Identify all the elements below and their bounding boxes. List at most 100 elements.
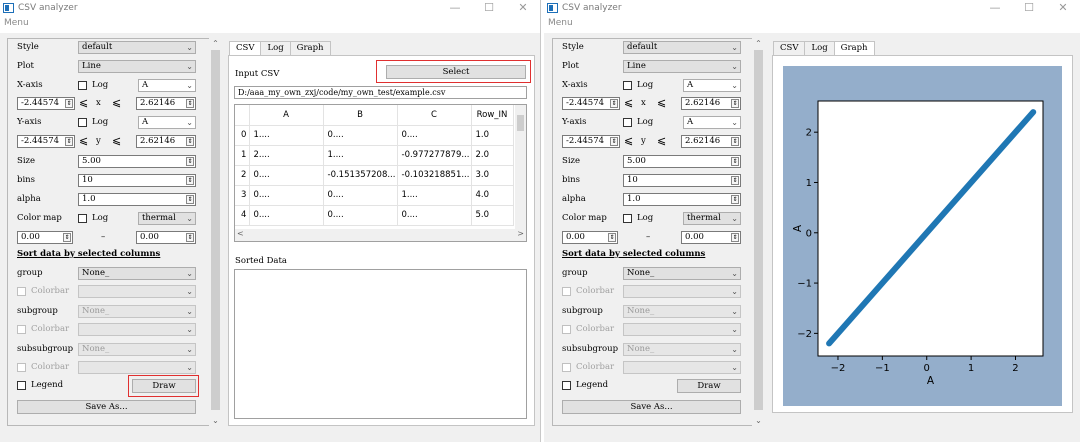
x-min-field[interactable]: -2.44574 ⇕: [17, 97, 75, 110]
x-max-field[interactable]: 2.62146 ⇕: [681, 97, 741, 110]
subsubgroup-combo[interactable]: None_ ⌄: [78, 343, 196, 356]
settings-scrollbar[interactable]: ⌃ ⌄: [752, 38, 765, 426]
csv-tab-page: Input CSV Select D:/aaa_my_own_zxj/code/…: [228, 55, 535, 426]
group-combo[interactable]: None_ ⌄: [623, 267, 741, 280]
draw-button[interactable]: Draw: [677, 379, 741, 393]
maximize-icon[interactable]: ☐: [472, 0, 506, 16]
plot-canvas[interactable]: −2 −1 0 1 2 −2 −1 0 1 2 A A: [783, 66, 1062, 406]
group-colorbar-checkbox[interactable]: [562, 287, 571, 296]
cmap-log-checkbox[interactable]: [623, 214, 632, 223]
column-header[interactable]: Row_IN: [471, 105, 514, 126]
tab-log[interactable]: Log: [804, 41, 835, 55]
column-header[interactable]: C: [397, 105, 472, 126]
subsubgroup-combo[interactable]: None_ ⌄: [623, 343, 741, 356]
x-log-checkbox[interactable]: [78, 81, 87, 90]
subgroup-combo[interactable]: None_ ⌄: [623, 305, 741, 318]
spin-icon: ⇕: [186, 176, 194, 185]
y-max-field[interactable]: 2.62146 ⇕: [136, 135, 196, 148]
save-as-button[interactable]: Save As...: [562, 400, 741, 414]
subsubgroup-colorbar-combo[interactable]: ⌄: [623, 361, 741, 374]
settings-scrollbar[interactable]: ⌃ ⌄: [209, 38, 222, 426]
x-column-combo[interactable]: A ⌄: [138, 79, 196, 92]
table-row[interactable]: 3 0.... 0.... 1.... 4.0: [235, 185, 514, 206]
table-row[interactable]: 0 1.... 0.... 0.... 1.0: [235, 125, 514, 146]
colormap-combo[interactable]: thermal ⌄: [683, 212, 741, 225]
subgroup-colorbar-combo[interactable]: ⌄: [623, 323, 741, 336]
legend-checkbox[interactable]: [17, 381, 26, 390]
x-column-combo[interactable]: A ⌄: [683, 79, 741, 92]
subgroup-colorbar-checkbox[interactable]: [17, 325, 26, 334]
column-header[interactable]: B: [323, 105, 398, 126]
tab-graph[interactable]: Graph: [833, 41, 875, 56]
subgroup-colorbar-checkbox[interactable]: [562, 325, 571, 334]
scroll-up-icon: ⌃: [755, 39, 762, 48]
size-field[interactable]: 5.00 ⇕: [78, 155, 196, 168]
cmap-max-field[interactable]: 0.00 ⇕: [681, 231, 741, 244]
size-field[interactable]: 5.00 ⇕: [623, 155, 741, 168]
x-max-field[interactable]: 2.62146 ⇕: [136, 97, 196, 110]
table-row[interactable]: 2 0.... -0.151357208... -0.103218851... …: [235, 165, 514, 186]
alpha-field[interactable]: 1.0 ⇕: [78, 193, 196, 206]
group-combo[interactable]: None_ ⌄: [78, 267, 196, 280]
alpha-field[interactable]: 1.0 ⇕: [623, 193, 741, 206]
y-min-field[interactable]: -2.44574 ⇕: [17, 135, 75, 148]
menu-item[interactable]: Menu: [0, 16, 33, 30]
group-colorbar-checkbox[interactable]: [17, 287, 26, 296]
colormap-combo[interactable]: thermal ⌄: [138, 212, 196, 225]
sorted-data-box[interactable]: [234, 269, 527, 419]
table-row[interactable]: 4 0.... 0.... 0.... 5.0: [235, 205, 514, 226]
sorted-data-label: Sorted Data: [235, 256, 287, 266]
maximize-icon[interactable]: ☐: [1012, 0, 1046, 16]
minimize-icon[interactable]: —: [438, 0, 472, 16]
table-vscroll[interactable]: [515, 105, 526, 229]
csv-path-field[interactable]: D:/aaa_my_own_zxj/code/my_own_test/examp…: [234, 86, 527, 99]
subgroup-colorbar-combo[interactable]: ⌄: [78, 323, 196, 336]
bins-field[interactable]: 10 ⇕: [623, 174, 741, 187]
x-min-field[interactable]: -2.44574 ⇕: [562, 97, 620, 110]
tab-graph[interactable]: Graph: [289, 41, 331, 55]
y-column-combo[interactable]: A ⌄: [138, 116, 196, 129]
plot-combo[interactable]: Line ⌄: [78, 60, 196, 73]
style-combo[interactable]: default ⌄: [78, 41, 196, 54]
cmap-log-checkbox[interactable]: [78, 214, 87, 223]
style-combo[interactable]: default ⌄: [623, 41, 741, 54]
group-colorbar-combo[interactable]: ⌄: [78, 285, 196, 298]
bins-field[interactable]: 10 ⇕: [78, 174, 196, 187]
subgroup-combo[interactable]: None_ ⌄: [78, 305, 196, 318]
cmap-max-field[interactable]: 0.00 ⇕: [136, 231, 196, 244]
tab-log[interactable]: Log: [260, 41, 291, 55]
y-log-checkbox[interactable]: [78, 118, 87, 127]
y-min-field[interactable]: -2.44574 ⇕: [562, 135, 620, 148]
subgroup-label: subgroup: [562, 306, 603, 316]
subsubgroup-colorbar-checkbox[interactable]: [562, 363, 571, 372]
group-colorbar-label: Colorbar: [576, 286, 615, 296]
group-label: group: [17, 268, 43, 278]
table-hscroll[interactable]: < >: [235, 229, 526, 241]
group-colorbar-combo[interactable]: ⌄: [623, 285, 741, 298]
y-max-field[interactable]: 2.62146 ⇕: [681, 135, 741, 148]
x-log-checkbox[interactable]: [623, 81, 632, 90]
tab-csv[interactable]: CSV: [773, 41, 806, 55]
cmap-min-field[interactable]: 0.00 ⇕: [17, 231, 73, 244]
subsubgroup-colorbar-checkbox[interactable]: [17, 363, 26, 372]
save-as-button[interactable]: Save As...: [17, 400, 196, 414]
table-row[interactable]: 1 2.... 1.... -0.977277879... 2.0: [235, 145, 514, 166]
subsubgroup-colorbar-combo[interactable]: ⌄: [78, 361, 196, 374]
spin-icon: ⇕: [186, 157, 194, 166]
close-icon[interactable]: ✕: [1046, 0, 1080, 16]
menu-item[interactable]: Menu: [544, 16, 577, 30]
plot-combo[interactable]: Line ⌄: [623, 60, 741, 73]
y-tick-label: −1: [797, 279, 812, 290]
y-log-checkbox[interactable]: [623, 118, 632, 127]
column-header[interactable]: A: [249, 105, 324, 126]
close-icon[interactable]: ✕: [506, 0, 540, 16]
y-column-combo[interactable]: A ⌄: [683, 116, 741, 129]
legend-label: Legend: [31, 380, 64, 390]
subsubgroup-colorbar-label: Colorbar: [31, 362, 70, 372]
cmap-min-field[interactable]: 0.00 ⇕: [562, 231, 618, 244]
minimize-icon[interactable]: —: [978, 0, 1012, 16]
legend-checkbox[interactable]: [562, 381, 571, 390]
y-tick-label: −2: [797, 329, 812, 340]
spin-icon: ⇕: [63, 233, 71, 242]
tab-csv[interactable]: CSV: [229, 41, 262, 56]
